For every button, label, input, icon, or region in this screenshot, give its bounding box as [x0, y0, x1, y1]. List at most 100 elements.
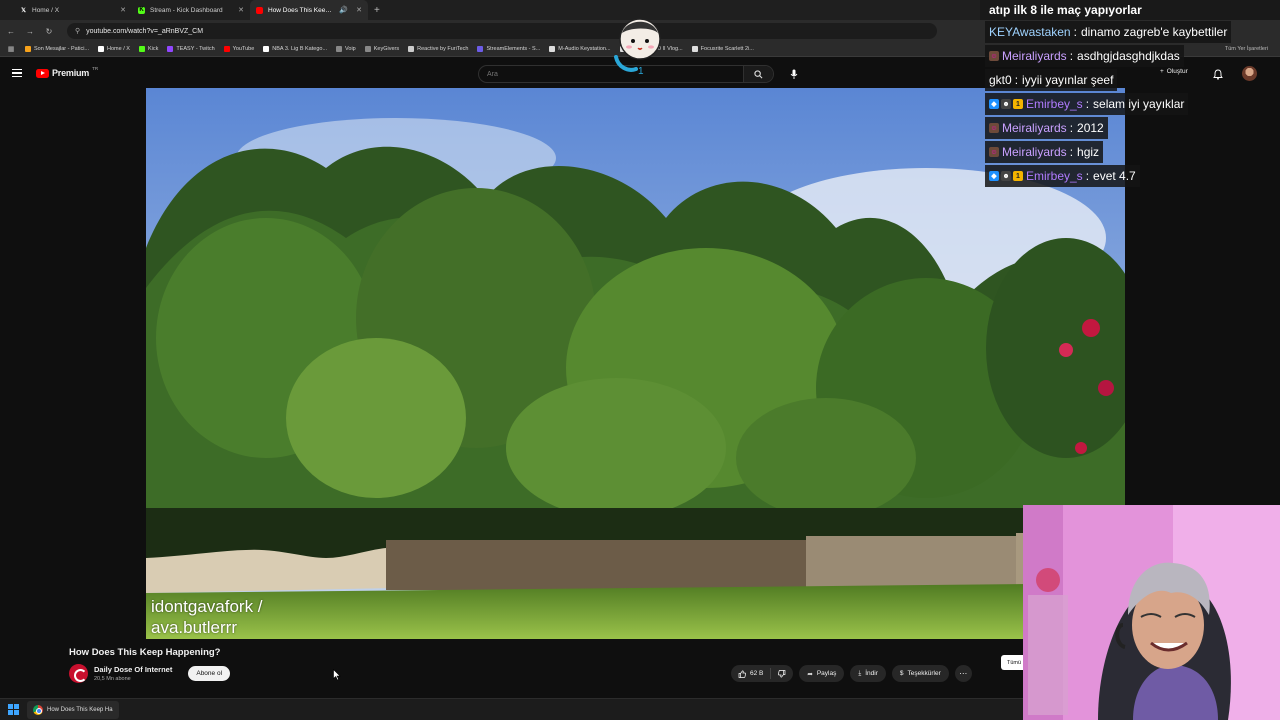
youtube-logo-icon	[256, 6, 263, 14]
voice-search-button[interactable]	[785, 66, 803, 82]
video-watermark: idontgavafork / ava.butlerrr	[151, 596, 263, 638]
avatar-badge-icon: ☺	[989, 123, 999, 133]
share-button[interactable]: ➦ Paylaş	[799, 665, 845, 682]
taskbar-chrome-window[interactable]: How Does This Keep Ha	[27, 700, 119, 719]
apps-grid-icon[interactable]: ▦	[6, 45, 16, 53]
chat-text: dinamo zagreb'e kaybettiler	[1080, 25, 1228, 39]
like-button[interactable]: 62 B	[731, 668, 772, 679]
tab-label: Home / X	[32, 6, 60, 14]
bookmark-favicon-icon	[138, 46, 145, 52]
like-count: 62 B	[750, 670, 764, 677]
bookmark-favicon-icon	[549, 46, 556, 52]
back-icon[interactable]: ←	[6, 27, 16, 36]
x-logo-icon: 𝕏	[21, 7, 26, 14]
bookmark-item[interactable]: Home / X	[98, 46, 130, 52]
chat-text: iyyii yayınlar şeef	[1022, 73, 1114, 87]
chat-badges: ☺	[989, 123, 999, 133]
subscribe-button[interactable]: Abone ol	[188, 666, 231, 681]
logo-text: Premium	[52, 68, 90, 78]
video-title: How Does This Keep Happening?	[69, 647, 221, 658]
mascot-count: 1	[638, 66, 644, 75]
chat-text: 2012	[1077, 121, 1104, 135]
kick-logo-icon: K	[138, 6, 145, 14]
avatar-badge-icon: ☺	[989, 147, 999, 157]
mouse-cursor-icon	[333, 669, 341, 681]
coin-badge-icon: 1	[1013, 171, 1023, 181]
video-player[interactable]: idontgavafork / ava.butlerrr	[146, 88, 1125, 639]
bookmark-label: Kick	[147, 46, 159, 52]
chrome-icon	[33, 704, 43, 715]
chat-separator: :	[1014, 73, 1019, 87]
share-icon: ➦	[807, 670, 813, 678]
search-input[interactable]	[479, 70, 743, 78]
download-button[interactable]: ⤓ İndir	[850, 665, 886, 682]
bookmark-label: KeyGivers	[373, 46, 400, 52]
more-actions-icon[interactable]: ⋯	[954, 665, 972, 682]
chat-message: ◆ ☻ 1 Emirbey_s: selam iyi yayıklar	[980, 92, 1280, 116]
bookmark-item[interactable]: Reactive by FuriTech	[408, 46, 468, 52]
avatar-badge-icon: ☺	[989, 51, 999, 61]
chat-badges: ☺	[989, 51, 999, 61]
channel-avatar[interactable]	[69, 664, 88, 683]
bookmark-favicon-icon	[98, 46, 105, 52]
menu-icon[interactable]	[12, 69, 22, 77]
chat-text: evet 4.7	[1093, 169, 1136, 183]
chat-username: KEYAwastaken	[989, 25, 1071, 39]
bookmark-item[interactable]: Focusrite Scarlett 2i...	[691, 46, 754, 52]
video-frame-backyard	[146, 88, 1125, 639]
url-field[interactable]: ⚲ youtube.com/watch?v=_aRnBVZ_CM	[67, 23, 937, 39]
bookmark-favicon-icon	[263, 46, 270, 52]
thumbs-up-icon	[738, 669, 746, 678]
thumbs-down-icon	[778, 669, 786, 678]
bookmark-item[interactable]: YouTube	[223, 46, 254, 52]
webcam-feed	[1023, 505, 1280, 720]
channel-info: Daily Dose Of Internet 20,5 Mn abone	[94, 665, 172, 682]
bookmark-favicon-icon	[167, 46, 174, 52]
bookmark-item[interactable]: M-Audio Keystation...	[549, 46, 611, 52]
new-tab-button[interactable]: +	[374, 5, 380, 16]
chat-message: atıp ilk 8 ile maç yapıyorlar	[980, 0, 1280, 20]
chat-message: ☺ Meiraliyards: hgiz	[980, 140, 1280, 164]
tab-home-x[interactable]: 𝕏 Home / X ✕	[14, 0, 132, 20]
bookmark-item[interactable]: NBA 3. Lig B Katego...	[263, 46, 327, 52]
bookmark-item[interactable]: KeyGivers	[364, 46, 400, 52]
tab-label: Stream - Kick Dashboard	[150, 6, 223, 14]
tab-kick-dashboard[interactable]: K Stream - Kick Dashboard ✕	[132, 0, 250, 20]
subscriber-count: 20,5 Mn abone	[94, 676, 131, 682]
share-label: Paylaş	[816, 670, 837, 677]
bookmark-label: Reactive by FuriTech	[417, 46, 469, 52]
dislike-button[interactable]	[771, 669, 793, 678]
reload-icon[interactable]: ↻	[44, 27, 54, 36]
chat-separator: :	[1073, 25, 1077, 39]
chat-separator: :	[1069, 49, 1074, 63]
chat-username: Meiraliyards	[1002, 49, 1067, 63]
thanks-button[interactable]: $ Teşekkürler	[891, 665, 949, 682]
speaker-icon[interactable]: 🔊	[339, 6, 348, 14]
bookmark-item[interactable]: StreamElements - S...	[477, 46, 540, 52]
watermark-line: idontgavafork /	[151, 597, 263, 616]
forward-icon[interactable]: →	[25, 27, 35, 36]
close-tab-icon[interactable]: ✕	[238, 6, 244, 14]
like-dislike-group: 62 B	[731, 665, 794, 682]
bookmark-favicon-icon	[477, 46, 484, 52]
site-info-icon[interactable]: ⚲	[75, 27, 80, 35]
bookmark-item[interactable]: Kick	[138, 46, 159, 52]
thanks-label: Teşekkürler	[907, 670, 941, 677]
chat-message: KEYAwastaken: dinamo zagreb'e kaybettiler	[980, 20, 1280, 44]
tab-youtube-video[interactable]: How Does This Keep Happ 🔊 ✕	[250, 0, 368, 20]
youtube-premium-logo[interactable]: Premium TR	[36, 66, 98, 78]
tab-label: How Does This Keep Happ	[268, 6, 334, 14]
close-tab-icon[interactable]: ✕	[356, 6, 362, 14]
search-button[interactable]	[743, 66, 773, 82]
bookmark-favicon-icon	[364, 46, 371, 52]
youtube-play-icon	[36, 68, 49, 78]
windows-start-icon[interactable]	[8, 704, 19, 715]
bookmark-favicon-icon	[25, 46, 31, 52]
channel-row: Daily Dose Of Internet 20,5 Mn abone Abo…	[69, 664, 231, 683]
chat-separator: :	[1069, 145, 1074, 159]
bookmark-item[interactable]: Son Mesajlar - Patici...	[25, 46, 89, 52]
channel-name[interactable]: Daily Dose Of Internet	[94, 665, 172, 674]
bookmark-item[interactable]: Voip	[336, 46, 356, 52]
close-tab-icon[interactable]: ✕	[120, 6, 126, 14]
bookmark-item[interactable]: TEASY - Twitch	[167, 46, 215, 52]
